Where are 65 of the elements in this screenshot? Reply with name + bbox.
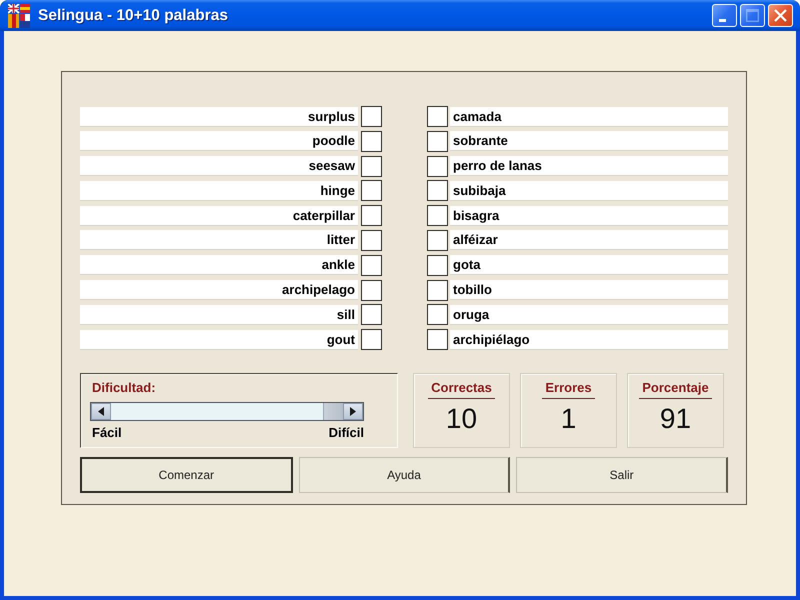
word-field: ankle bbox=[80, 255, 358, 276]
word-field: surplus bbox=[80, 106, 358, 126]
checkbox[interactable] bbox=[427, 106, 448, 127]
action-button[interactable]: Ayuda bbox=[298, 457, 510, 494]
checkbox[interactable] bbox=[427, 329, 448, 350]
minimize-icon bbox=[718, 18, 726, 22]
action-button[interactable]: Salir bbox=[516, 457, 728, 494]
word-field: litter bbox=[80, 230, 358, 250]
difficulty-label: Dificultad: bbox=[92, 380, 157, 396]
stat-label: Porcentaje bbox=[639, 380, 712, 400]
slider-thumb[interactable] bbox=[323, 403, 343, 420]
window-title: Selingua - 10+10 palabras bbox=[38, 6, 228, 24]
action-button[interactable]: Comenzar bbox=[80, 457, 293, 494]
word-field: archipelago bbox=[80, 280, 358, 300]
word-field: bisagra bbox=[450, 206, 728, 226]
word-field: sill bbox=[80, 304, 358, 325]
word-field: seesaw bbox=[80, 156, 358, 176]
close-button[interactable] bbox=[768, 4, 793, 27]
word-field: alféizar bbox=[450, 230, 728, 250]
right-triangle-icon bbox=[350, 407, 356, 416]
scroll-left-button[interactable] bbox=[91, 403, 111, 420]
word-field: perro de lanas bbox=[450, 156, 728, 176]
word-field: gout bbox=[80, 330, 358, 350]
stat-value: 91 bbox=[660, 404, 692, 434]
word-field: caterpillar bbox=[80, 206, 358, 226]
hard-label: Difícil bbox=[328, 425, 364, 442]
checkbox[interactable] bbox=[361, 106, 382, 127]
difficulty-scrollbar[interactable] bbox=[90, 402, 364, 422]
word-field: sobrante bbox=[450, 131, 728, 152]
flag-icon bbox=[8, 4, 30, 28]
word-field: hinge bbox=[80, 180, 358, 201]
maximize-icon bbox=[746, 9, 759, 22]
easy-label: Fácil bbox=[92, 425, 122, 442]
checkbox[interactable] bbox=[361, 329, 382, 350]
stat-label: Errores bbox=[542, 380, 595, 400]
checkbox[interactable] bbox=[427, 230, 448, 251]
checkbox[interactable] bbox=[361, 156, 382, 177]
checkbox[interactable] bbox=[427, 156, 448, 177]
checkbox[interactable] bbox=[361, 304, 382, 326]
checkbox[interactable] bbox=[427, 205, 448, 226]
scroll-right-button[interactable] bbox=[343, 403, 363, 420]
minimize-button[interactable] bbox=[712, 4, 737, 27]
word-field: poodle bbox=[80, 131, 358, 152]
checkbox[interactable] bbox=[361, 205, 382, 226]
word-field: oruga bbox=[450, 304, 728, 325]
word-field: gota bbox=[450, 255, 728, 276]
checkbox[interactable] bbox=[361, 130, 382, 152]
checkbox[interactable] bbox=[361, 180, 382, 202]
word-field: camada bbox=[450, 106, 728, 126]
checkbox[interactable] bbox=[427, 304, 448, 326]
checkbox[interactable] bbox=[427, 254, 448, 276]
checkbox[interactable] bbox=[361, 254, 382, 276]
word-field: subibaja bbox=[450, 180, 728, 201]
checkbox[interactable] bbox=[361, 230, 382, 251]
left-triangle-icon bbox=[98, 407, 104, 416]
stat-value: 1 bbox=[560, 404, 576, 434]
stat-label: Correctas bbox=[428, 380, 495, 400]
checkbox[interactable] bbox=[427, 280, 448, 301]
word-field: archipiélago bbox=[450, 330, 728, 350]
checkbox[interactable] bbox=[427, 130, 448, 152]
stat-value: 10 bbox=[446, 404, 478, 434]
checkbox[interactable] bbox=[427, 180, 448, 202]
word-field: tobillo bbox=[450, 280, 728, 300]
checkbox[interactable] bbox=[361, 280, 382, 301]
close-icon bbox=[774, 9, 787, 22]
